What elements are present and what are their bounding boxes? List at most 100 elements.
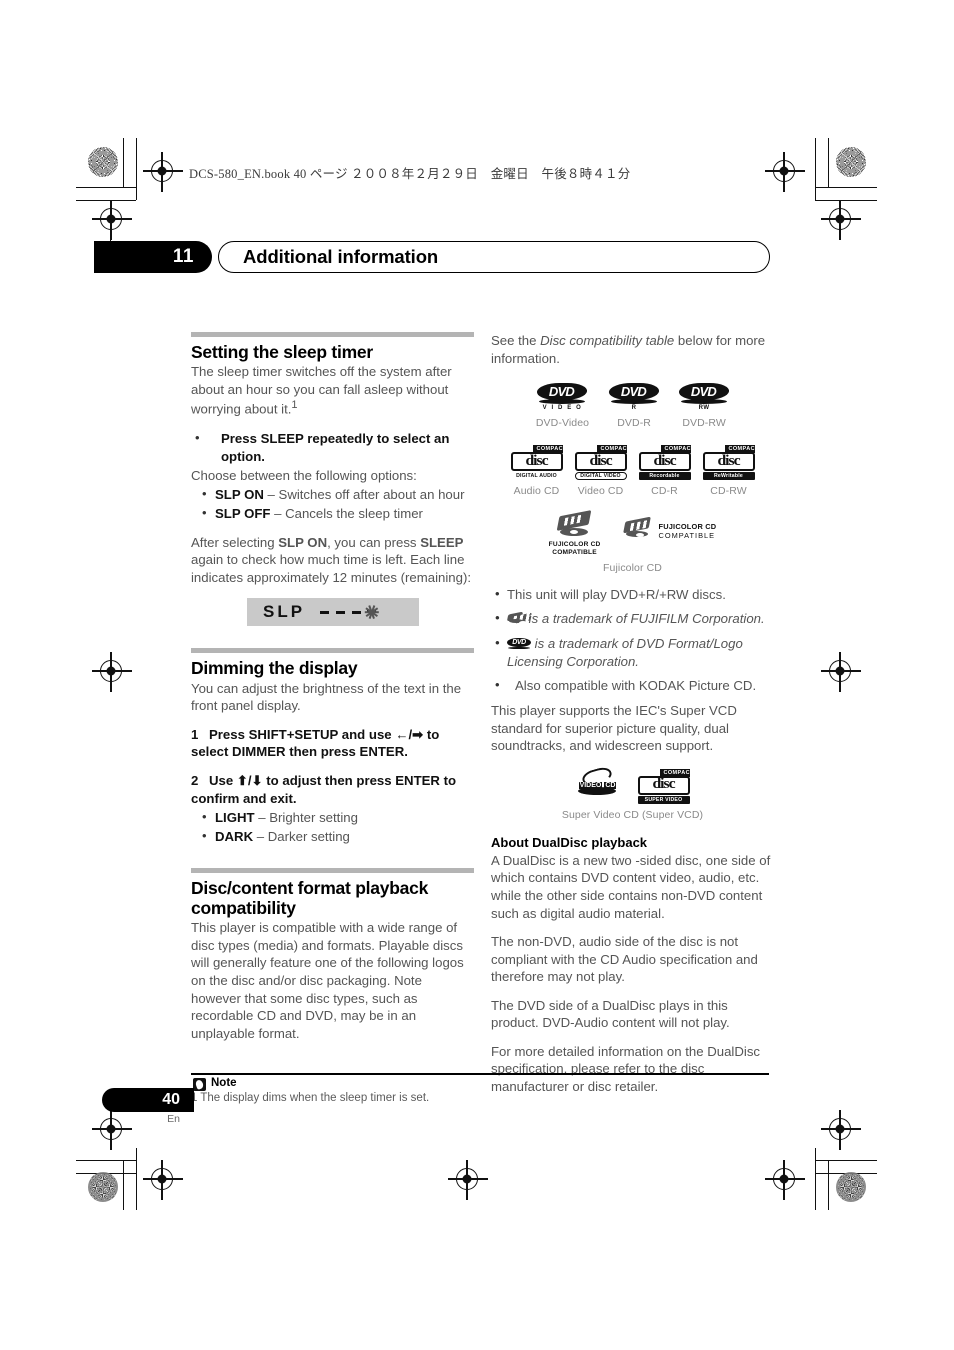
dimming-option-desc: – Darker setting [253, 829, 350, 845]
audio-cd-caption: Audio CD [513, 485, 560, 498]
fujicolor-line2: COMPATIBLE [552, 549, 597, 557]
crop-line-bottom-left-h [76, 1160, 136, 1162]
registration-starburst-top-right [836, 147, 866, 177]
slp-blinking-segment-icon [364, 604, 380, 620]
after-text-1: After selecting [191, 534, 279, 550]
compact-disc-super-video-logo-icon: COMPACT disc SUPER VIDEO [637, 768, 693, 805]
slp-dash [336, 610, 346, 614]
fujifilm-mark-icon [506, 611, 527, 626]
video-cd-mark-cell: VIDEO CD [576, 764, 620, 805]
cd-logo-disc-word: disc [653, 452, 676, 469]
sleep-choose-text: Choose between the following options: [191, 467, 417, 483]
svcd-logo-row: VIDEO CD COMPACT disc SUPER VIDEO [491, 764, 774, 805]
sleep-options-list: SLP ON – Switches off after about an hou… [191, 485, 474, 523]
chapter-title-container: Additional information [218, 241, 770, 273]
registration-mark-top-left [143, 152, 183, 192]
page-number: 40 [102, 1088, 194, 1112]
dimming-option-desc: – Brighter setting [254, 810, 358, 826]
list-item: DARK – Darker setting [191, 827, 474, 846]
crop-line-top-left-h [76, 187, 136, 189]
fujicolor-line1: FUJICOLOR CD [548, 541, 601, 549]
dualdisc-paragraph-4: For more detailed information on the Dua… [491, 1043, 761, 1094]
registration-mark-right-lower [821, 1110, 861, 1150]
list-item: This unit will play DVD+R/+RW discs. [491, 585, 774, 604]
fujicolor-line2: COMPATIBLE [658, 531, 716, 541]
step-text: Use ⬆/⬇ to adjust then press ENTER to co… [191, 773, 457, 806]
footnote-ref-1: 1 [291, 399, 298, 412]
dvd-logo-subword: V I D E O [542, 405, 583, 412]
dimming-step-2: 2 Use ⬆/⬇ to adjust then press ENTER to c… [191, 772, 474, 807]
list-item: SLP OFF – Cancels the sleep timer [191, 504, 474, 523]
list-item: is a trademark of FUJIFILM Corporation. [491, 609, 774, 628]
fujicolor-caption: Fujicolor CD [603, 561, 662, 574]
sleep-option-term: SLP ON [215, 487, 264, 503]
cd-rw-logo-cell: COMPACT disc ReWritable CD-RW [702, 445, 758, 498]
crop-line-bottom-right-v2 [815, 1148, 817, 1210]
see-text-1: See the [491, 333, 541, 348]
sleep-instruction-item: Press SLEEP repeatedly to select an opti… [191, 429, 474, 465]
after-bold-slp-on: SLP ON [278, 534, 328, 550]
chapter-header: 11 Additional information [94, 241, 770, 273]
trademark-bullet-list: This unit will play DVD+R/+RW discs. is … [491, 585, 774, 695]
fujifilm-mark-icon [555, 510, 595, 539]
list-item: DVD is a trademark of DVD Format/Logo Li… [491, 634, 774, 670]
dimming-heading: Dimming the display [191, 658, 358, 679]
book-file-info: DCS-580_EN.book 40 ページ ２００８年２月２９日 金曜日 午後… [189, 167, 631, 181]
registration-mark-right-upper [821, 200, 861, 240]
cd-logo-disc-word: disc [717, 452, 740, 469]
fujifilm-mark-icon [621, 516, 653, 541]
section-rule-sleep [191, 332, 474, 337]
list-item: LIGHT – Brighter setting [191, 808, 474, 827]
dvd-logo-subword: RW [698, 405, 710, 412]
slp-dash [320, 610, 330, 614]
registration-starburst-bottom-left [88, 1172, 118, 1202]
left-column: Setting the sleep timer The sleep timer … [191, 332, 474, 1042]
after-bold-sleep: SLEEP [420, 534, 464, 550]
sleep-option-desc: – Cancels the sleep timer [270, 505, 423, 521]
audio-cd-logo-icon: COMPACT disc DIGITAL AUDIO [510, 445, 566, 481]
sleep-instruction-list: Press SLEEP repeatedly to select an opti… [191, 429, 474, 465]
dvd-rw-caption: DVD-RW [682, 417, 726, 430]
video-cd-logo-icon: COMPACT disc DIGITAL VIDEO [574, 445, 630, 481]
sleep-timer-intro: The sleep timer switches off the system … [191, 363, 474, 418]
cd-logo-bottom-word: SUPER VIDEO [637, 795, 690, 804]
fujicolor-stacked-logo-cell: FUJICOLOR CD COMPATIBLE [548, 510, 601, 557]
cd-r-logo-cell: COMPACT disc Recordable CD-R [638, 445, 694, 497]
dualdisc-paragraph-3: The DVD side of a DualDisc plays in this… [491, 997, 730, 1031]
fujicolor-logo-row: FUJICOLOR CD COMPATIBLE FUJICOLOR CD COM… [491, 510, 774, 557]
cd-logo-bottom-word: DIGITAL VIDEO [574, 472, 627, 481]
section-rule-compat [191, 867, 474, 873]
dvd-r-caption: DVD-R [617, 417, 651, 430]
see-emphasis: Disc compatibility table [540, 333, 675, 348]
crop-line-top-right-v [828, 138, 830, 188]
slp-dash [352, 610, 362, 614]
sleep-timer-intro-text: The sleep timer switches off the system … [191, 364, 452, 417]
see-table-paragraph: See the Disc compatibility table below f… [491, 332, 774, 367]
dvd-logo-subword: R [631, 405, 637, 412]
dualdisc-paragraph-1: A DualDisc is a new two -sided disc, one… [491, 852, 771, 921]
bullet-text: is a trademark of FUJIFILM Corporation. [525, 611, 765, 627]
section-rule-dimming [191, 648, 474, 654]
svcd-paragraph: This player supports the IEC's Super VCD… [491, 703, 737, 754]
dvd-video-logo-cell: DVD V I D E O DVD-Video [536, 383, 589, 429]
note-label: Note [211, 1077, 237, 1089]
cd-rw-caption: CD-RW [710, 485, 747, 498]
svcd-word-cd: CD [604, 781, 617, 789]
svcd-compact-disc-cell: COMPACT disc SUPER VIDEO [637, 768, 693, 805]
dvd-rw-logo-icon: DVD RW [677, 383, 731, 413]
crop-line-top-left-v2 [136, 138, 138, 200]
fujicolor-line1: FUJICOLOR CD [658, 521, 717, 531]
bullet-text: is a trademark of DVD Format/Logo Licens… [507, 635, 743, 669]
cd-r-logo-icon: COMPACT disc Recordable [638, 445, 694, 481]
crop-line-bottom-left-v [123, 1160, 125, 1210]
dvd-video-caption: DVD-Video [535, 417, 590, 430]
registration-mark-right-middle [821, 652, 861, 692]
dvd-logo-word: DVD [621, 383, 647, 399]
list-item: SLP ON – Switches off after about an hou… [191, 485, 474, 504]
compatibility-heading: Disc/content format playback compatibili… [191, 877, 429, 919]
registration-mark-bottom-left [143, 1160, 183, 1200]
svcd-word-video: VIDEO [578, 781, 603, 789]
dvd-r-logo-cell: DVD R DVD-R [607, 383, 661, 430]
dvd-logo-row: DVD V I D E O DVD-Video DVD R DVD-R DVD … [491, 383, 774, 429]
dimming-option-term: DARK [215, 829, 254, 845]
